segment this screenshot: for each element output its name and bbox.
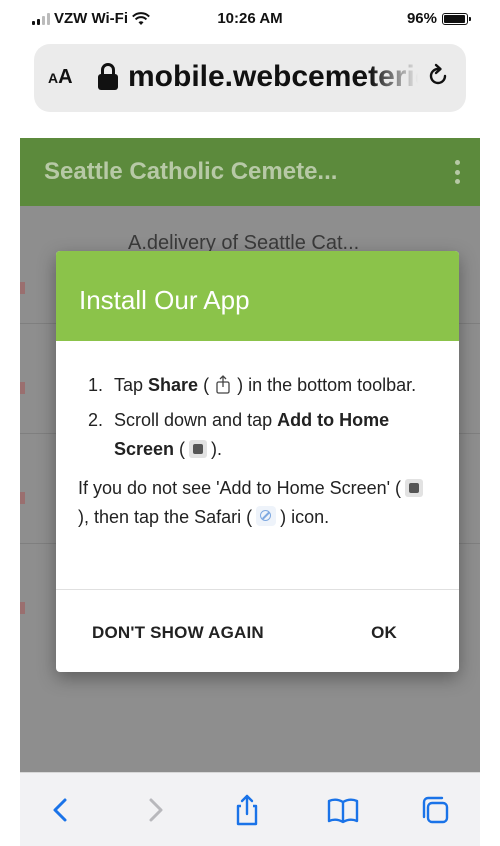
lock-icon	[98, 63, 118, 91]
dialog-title: Install Our App	[79, 285, 250, 315]
step1-suffix: in the bottom toolbar.	[243, 375, 417, 395]
fallback-note: If you do not see 'Add to Home Screen' (…	[78, 474, 437, 532]
app-title: Seattle Catholic Cemete...	[44, 158, 338, 185]
share-label: Share	[148, 375, 199, 395]
battery-fill	[444, 14, 466, 23]
phone-screen: VZW Wi-Fi 10:26 AM 96% AA mobile.webceme…	[20, 0, 480, 846]
browser-toolbar	[20, 772, 480, 846]
safari-compass-icon	[256, 506, 277, 526]
bookmarks-icon[interactable]	[326, 793, 360, 827]
instruction-step-2: 2. Scroll down and tap Add to Home Scree…	[78, 406, 437, 464]
list-item-marker	[20, 382, 25, 394]
note-text-1: If you do not see 'Add to Home Screen' (	[78, 478, 402, 498]
step1-open-paren: (	[203, 375, 210, 395]
tabs-icon[interactable]	[418, 793, 452, 827]
dialog-body: 1. Tap Share ( ) in the bottom toolbar. …	[56, 341, 459, 532]
step1-prefix: Tap	[114, 375, 149, 395]
step-number: 1.	[88, 375, 104, 395]
reload-icon[interactable]	[424, 62, 452, 90]
ok-button[interactable]: OK	[371, 623, 397, 643]
address-bar[interactable]: AA mobile.webcemeteries	[34, 44, 466, 112]
step2-open-paren: (	[174, 439, 186, 459]
instruction-step-1: 1. Tap Share ( ) in the bottom toolbar.	[78, 371, 437, 400]
install-app-dialog: Install Our App 1. Tap Share ( ) in the …	[56, 251, 459, 672]
add-to-home-screen-icon	[189, 440, 208, 458]
step2-prefix: Scroll down and tap	[114, 410, 278, 430]
url-field[interactable]: mobile.webcemeteries	[98, 60, 418, 94]
add-to-home-screen-icon	[405, 479, 424, 497]
dialog-divider	[56, 589, 459, 590]
url-text: mobile.webcemeteries	[128, 60, 418, 93]
app-header: Seattle Catholic Cemete...	[20, 138, 480, 206]
status-right: 96%	[406, 10, 471, 27]
battery-icon	[442, 12, 471, 25]
dont-show-again-button[interactable]: DON'T SHOW AGAIN	[92, 623, 264, 643]
step2-close-paren: ).	[211, 439, 223, 459]
forward-icon[interactable]	[138, 793, 172, 827]
list-item-marker	[20, 602, 25, 614]
share-icon[interactable]	[230, 793, 264, 827]
battery-percent: 96%	[406, 10, 437, 27]
kebab-menu-icon[interactable]	[454, 160, 460, 184]
back-icon[interactable]	[44, 793, 78, 827]
list-item-marker	[20, 492, 25, 504]
share-icon	[216, 375, 230, 394]
note-text-2: ), then tap the Safari (	[78, 507, 253, 527]
list-item-marker	[20, 282, 25, 294]
note-text-3: ) icon.	[280, 507, 330, 527]
status-bar: VZW Wi-Fi 10:26 AM 96%	[20, 0, 480, 38]
step-number: 2.	[88, 410, 104, 430]
text-size-button[interactable]: AA	[48, 66, 73, 89]
